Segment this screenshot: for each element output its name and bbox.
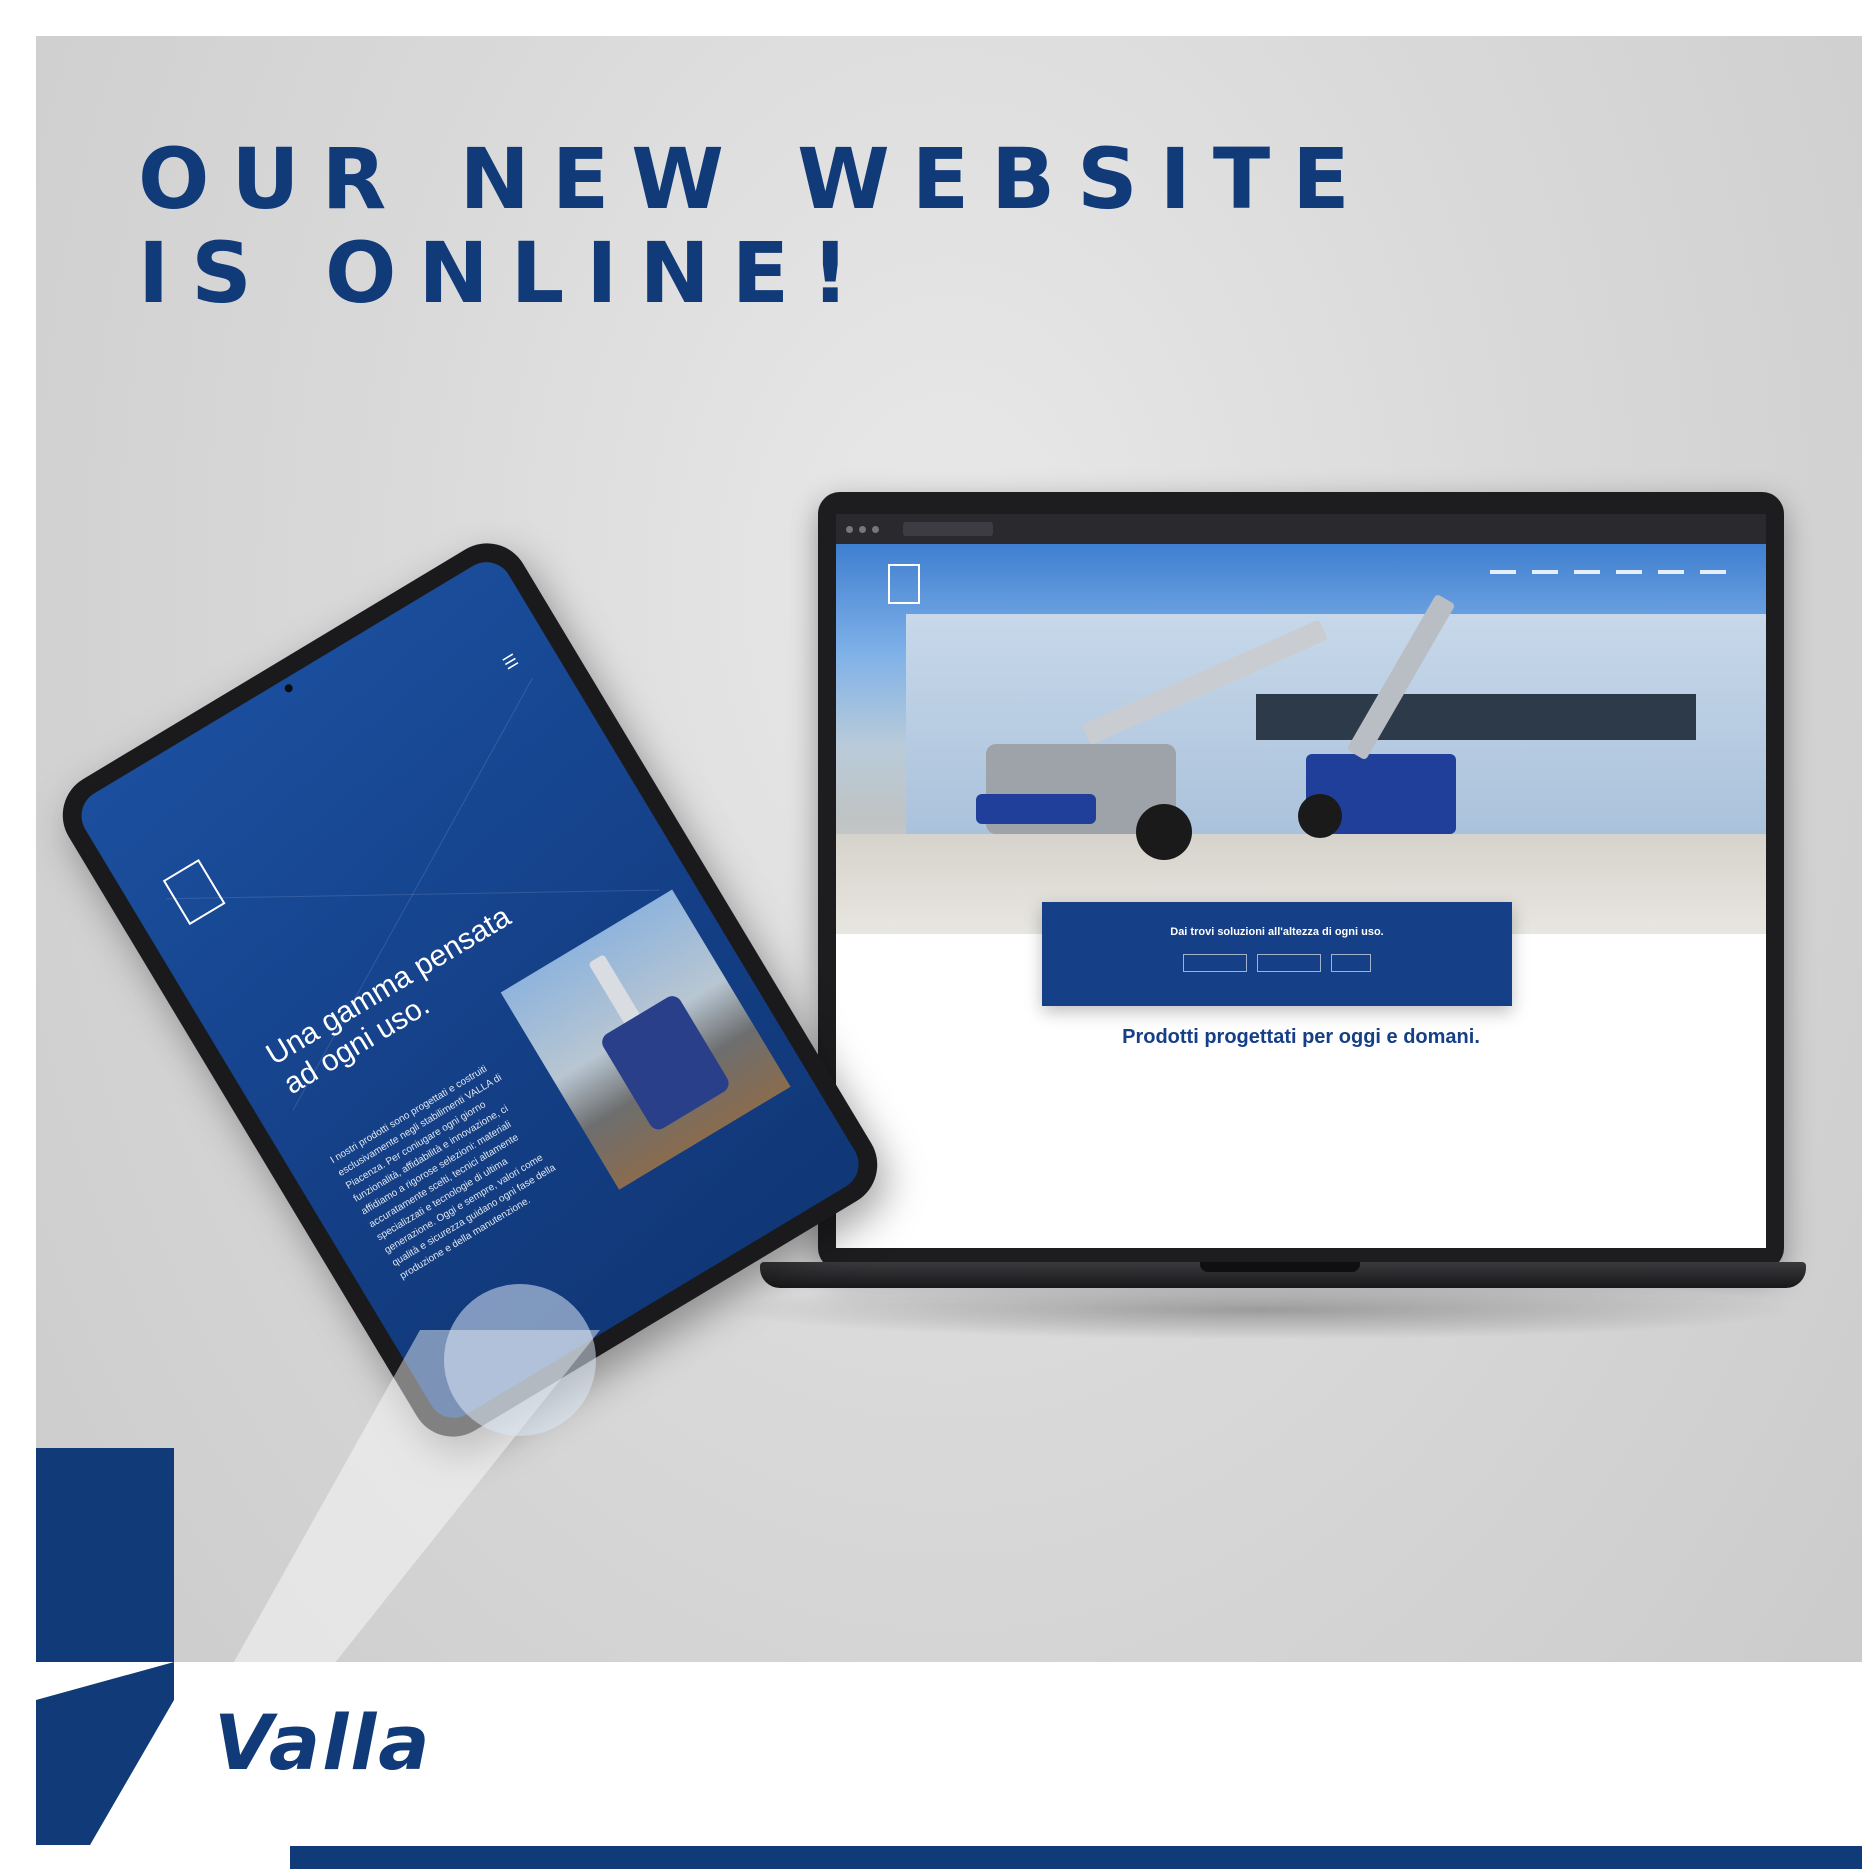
laptop-screen: Dai trovi soluzioni all'altezza di ogni … <box>836 514 1766 1248</box>
cta-button[interactable] <box>1183 954 1247 972</box>
laptop-shadow <box>720 1280 1800 1340</box>
headline-line-2: IS ONLINE! <box>138 224 872 322</box>
window-dot-icon <box>872 525 879 533</box>
cta-button[interactable] <box>1331 954 1371 972</box>
window-dot-icon <box>846 525 853 533</box>
crane-wheel <box>1298 794 1342 838</box>
cta-box: Dai trovi soluzioni all'altezza di ogni … <box>1042 902 1512 1006</box>
nav-item[interactable] <box>1616 570 1642 574</box>
section-heading: Prodotti progettati per oggi e domani. <box>1122 1026 1480 1048</box>
camera-icon <box>283 682 295 694</box>
laptop: Dai trovi soluzioni all'altezza di ogni … <box>818 492 1784 1270</box>
browser-toolbar <box>836 514 1766 544</box>
bottom-bar <box>290 1846 1862 1869</box>
tablet-body-text: I nostri prodotti sono progettati e cost… <box>328 1063 558 1282</box>
crane-wheel <box>1136 804 1192 860</box>
browser-tab <box>903 522 993 536</box>
hamburger-icon[interactable]: ☰ <box>500 650 523 675</box>
window-dot-icon <box>859 525 866 533</box>
cta-buttons <box>1042 954 1512 972</box>
nav-item[interactable] <box>1700 570 1726 574</box>
nav-item[interactable] <box>1532 570 1558 574</box>
brand-logo: Valla <box>214 1698 432 1787</box>
nav-item[interactable] <box>1574 570 1600 574</box>
headline-line-1: OUR NEW WEBSITE <box>138 130 1372 228</box>
building-windows <box>1256 694 1696 740</box>
site-logo[interactable] <box>162 858 226 926</box>
crane-chassis <box>976 794 1096 824</box>
headline: OUR NEW WEBSITE IS ONLINE! <box>138 132 1372 320</box>
site-navigation <box>1490 570 1726 574</box>
hero-image <box>836 544 1766 934</box>
site-logo[interactable] <box>888 564 920 604</box>
nav-item[interactable] <box>1490 570 1516 574</box>
laptop-notch <box>1200 1262 1360 1272</box>
cta-button[interactable] <box>1257 954 1321 972</box>
cta-text: Dai trovi soluzioni all'altezza di ogni … <box>1170 926 1384 938</box>
nav-item[interactable] <box>1658 570 1684 574</box>
